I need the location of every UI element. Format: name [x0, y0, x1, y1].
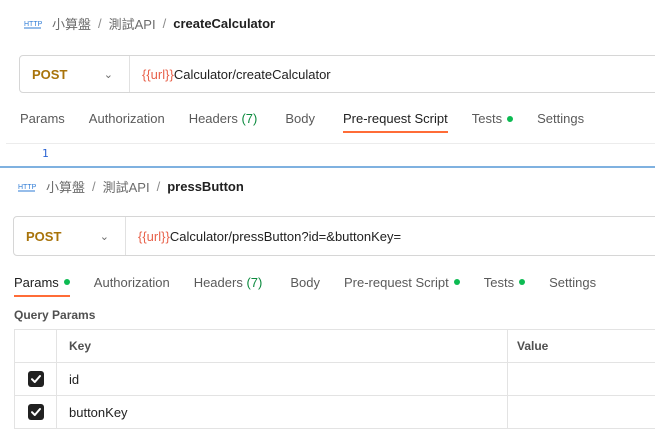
tab-authorization[interactable]: Authorization	[89, 104, 165, 133]
url-bar: POST ⌄ {{url}}Calculator/pressButton?id=…	[13, 216, 655, 256]
svg-text:HTTP: HTTP	[18, 184, 36, 191]
tab-label: Pre-request Script	[342, 111, 448, 126]
breadcrumb-separator: /	[156, 179, 161, 194]
breadcrumb-collection[interactable]: 小算盤	[52, 14, 91, 33]
line-number: 1	[42, 147, 49, 160]
header-check-cell	[15, 330, 57, 362]
tab-label: Params	[20, 111, 65, 126]
breadcrumb-separator: /	[92, 179, 96, 194]
url-path: Calculator/createCalculator	[173, 66, 331, 82]
tab-body[interactable]: Body	[285, 104, 315, 133]
http-icon: HTTP	[18, 180, 36, 194]
request-panel-create-calculator: HTTP 小算盤 / 測試API / createCalculator POST…	[6, 0, 655, 166]
url-bar: POST ⌄ {{url}}Calculator/createCalculato…	[19, 55, 655, 93]
status-dot	[507, 115, 514, 122]
param-key-cell[interactable]: id	[57, 363, 508, 395]
tab-label: Tests	[483, 274, 515, 290]
tab-params[interactable]: Params	[14, 267, 70, 297]
tab-label: Body	[285, 111, 315, 126]
headers-count: (7)	[246, 274, 263, 290]
tab-label: Headers	[188, 111, 238, 126]
status-dot	[63, 279, 70, 285]
url-variable: {{url}}	[142, 66, 174, 82]
tab-tests[interactable]: Tests	[471, 104, 514, 133]
tab-settings[interactable]: Settings	[549, 267, 596, 297]
tab-label: Authorization	[88, 111, 165, 126]
breadcrumb: HTTP 小算盤 / 測試API / pressButton	[18, 177, 244, 196]
breadcrumb-folder[interactable]: 測試API	[103, 177, 150, 196]
request-tabs: Params Authorization Headers (7) Body Pr…	[20, 104, 584, 133]
tab-label: Settings	[537, 111, 585, 126]
tab-label: Settings	[549, 274, 597, 290]
method-select[interactable]: POST ⌄	[20, 56, 130, 92]
tab-settings[interactable]: Settings	[537, 104, 584, 133]
tab-body[interactable]: Body	[290, 267, 320, 297]
chevron-down-icon: ⌄	[103, 68, 113, 81]
param-checkbox[interactable]	[27, 404, 44, 420]
svg-text:HTTP: HTTP	[24, 21, 42, 28]
status-dot	[453, 279, 460, 285]
row-check-cell	[15, 363, 57, 395]
breadcrumb-separator: /	[162, 16, 167, 31]
request-name[interactable]: pressButton	[167, 179, 244, 194]
tab-label: Params	[14, 274, 59, 290]
status-dot	[519, 279, 526, 285]
breadcrumb-separator: /	[98, 16, 102, 31]
tab-label: Body	[290, 274, 320, 290]
row-check-cell	[15, 396, 57, 428]
breadcrumb-folder[interactable]: 測試API	[109, 14, 156, 33]
tab-tests[interactable]: Tests	[483, 267, 526, 297]
param-key-cell[interactable]: buttonKey	[57, 396, 508, 428]
url-input[interactable]: {{url}}Calculator/createCalculator	[130, 67, 331, 82]
request-panel-press-button: HTTP 小算盤 / 測試API / pressButton POST ⌄ {{…	[0, 166, 655, 434]
request-name[interactable]: createCalculator	[173, 16, 275, 31]
column-header-value: Value	[508, 330, 655, 362]
method-label: POST	[26, 228, 62, 244]
query-params-table: Key Value id buttonKey	[14, 329, 655, 429]
tab-label: Headers	[193, 274, 243, 290]
request-tabs: Params Authorization Headers (7) Body Pr…	[14, 267, 596, 297]
check-icon	[30, 408, 41, 416]
http-icon: HTTP	[24, 17, 42, 31]
check-icon	[30, 375, 41, 383]
param-checkbox[interactable]	[27, 371, 44, 387]
breadcrumb: HTTP 小算盤 / 測試API / createCalculator	[24, 14, 275, 33]
tab-headers[interactable]: Headers (7)	[189, 104, 258, 133]
tab-pre-request-script[interactable]: Pre-request Script	[342, 104, 448, 133]
column-header-key: Key	[57, 330, 508, 362]
tab-label: Authorization	[93, 274, 170, 290]
url-variable: {{url}}	[138, 228, 170, 244]
table-row: buttonKey	[15, 396, 655, 429]
query-params-title: Query Params	[14, 308, 96, 322]
param-value-cell[interactable]	[508, 396, 655, 428]
headers-count: (7)	[241, 111, 258, 126]
tab-headers[interactable]: Headers (7)	[194, 267, 263, 297]
param-value-cell[interactable]	[508, 363, 655, 395]
script-editor[interactable]: 1	[6, 143, 655, 166]
tab-authorization[interactable]: Authorization	[94, 267, 170, 297]
url-path: Calculator/pressButton?id=&buttonKey=	[169, 228, 402, 244]
chevron-down-icon: ⌄	[99, 230, 109, 243]
tab-label: Pre-request Script	[343, 274, 449, 290]
table-row: id	[15, 363, 655, 396]
method-label: POST	[32, 66, 68, 82]
tab-params[interactable]: Params	[20, 104, 65, 133]
tab-label: Tests	[471, 111, 503, 126]
breadcrumb-collection[interactable]: 小算盤	[46, 177, 85, 196]
table-header-row: Key Value	[15, 330, 655, 363]
method-select[interactable]: POST ⌄	[14, 217, 126, 255]
tab-pre-request-script[interactable]: Pre-request Script	[344, 267, 460, 297]
url-input[interactable]: {{url}}Calculator/pressButton?id=&button…	[126, 229, 401, 244]
